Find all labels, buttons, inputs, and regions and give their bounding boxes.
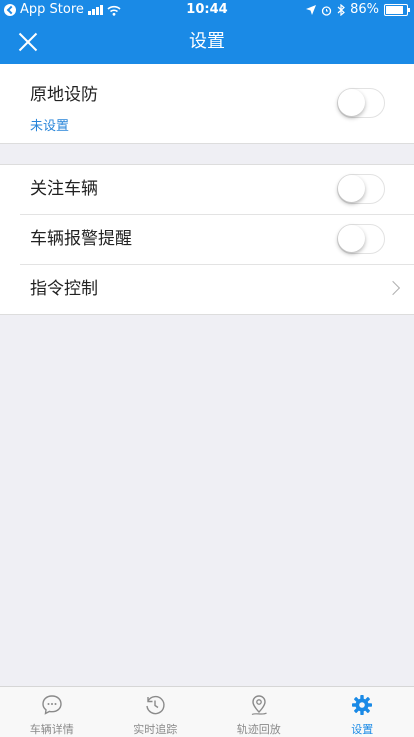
tab-bar: 车辆详情 实时追踪 轨迹回放 [0, 686, 414, 737]
fortify-status: 未设置 [30, 115, 69, 134]
fortify-toggle[interactable] [337, 88, 385, 118]
tab-settings[interactable]: 设置 [311, 687, 414, 737]
location-arrow-icon [306, 5, 316, 15]
tab-label: 车辆详情 [0, 721, 104, 737]
chevron-right-icon [386, 281, 400, 295]
battery-percent: 86% [350, 0, 379, 20]
fortify-row: 原地设防 未设置 [0, 64, 414, 143]
top-header: App Store 10:44 86% 设置 [0, 0, 414, 64]
follow-vehicle-toggle[interactable] [337, 174, 385, 204]
tab-label: 实时追踪 [104, 721, 208, 737]
clock-history-icon [144, 694, 166, 716]
vehicle-alarm-row: 车辆报警提醒 [20, 215, 414, 265]
command-control-label: 指令控制 [30, 265, 98, 314]
location-track-icon [248, 694, 270, 716]
battery-icon [384, 4, 408, 16]
follow-vehicle-label: 关注车辆 [30, 165, 98, 214]
vehicle-alarm-toggle[interactable] [337, 224, 385, 254]
fortify-section: 原地设防 未设置 [0, 64, 414, 144]
fortify-label: 原地设防 [30, 80, 98, 105]
follow-vehicle-row: 关注车辆 [20, 165, 414, 215]
toggle-knob [338, 225, 365, 252]
bluetooth-icon [337, 4, 345, 16]
gear-icon [351, 694, 373, 716]
toggle-knob [338, 175, 365, 202]
alarm-icon [321, 5, 332, 16]
vehicle-alarm-label: 车辆报警提醒 [30, 215, 132, 264]
tab-vehicle-details[interactable]: 车辆详情 [0, 687, 104, 737]
page-title: 设置 [0, 20, 414, 64]
vehicle-settings-section: 关注车辆 车辆报警提醒 指令控制 [0, 164, 414, 315]
tab-label: 设置 [311, 721, 414, 737]
tab-live-tracking[interactable]: 实时追踪 [104, 687, 208, 737]
tab-label: 轨迹回放 [207, 721, 311, 737]
command-control-row[interactable]: 指令控制 [20, 265, 414, 314]
status-bar: App Store 10:44 86% [0, 0, 414, 20]
toggle-knob [338, 89, 365, 116]
chat-bubble-icon [41, 694, 63, 716]
tab-track-playback[interactable]: 轨迹回放 [207, 687, 311, 737]
